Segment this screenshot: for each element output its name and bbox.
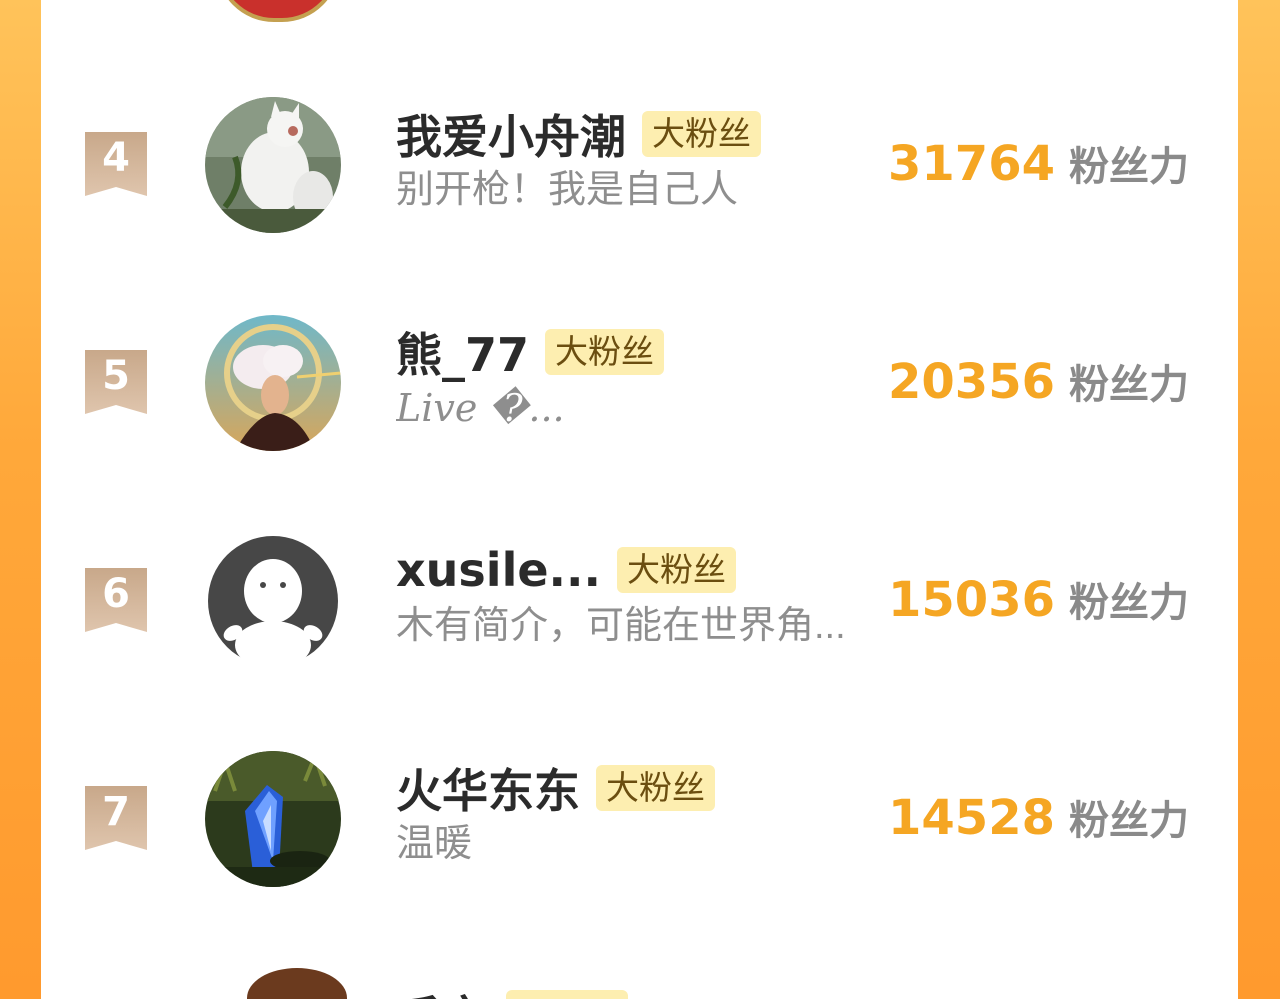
avatar-partial-bottom[interactable]	[247, 968, 347, 999]
fan-power-score: 31764	[888, 136, 1055, 192]
fan-power-score: 15036	[888, 572, 1055, 628]
ranking-row[interactable]: 6 xusile... 大粉丝 木有简介，可能在世界角... 15036 粉丝力	[41, 530, 1238, 670]
default-user-avatar-icon	[208, 536, 338, 669]
user-bio: 木有简介，可能在世界角...	[396, 605, 846, 647]
avatar-partial-top[interactable]	[216, 0, 340, 22]
fan-badge: 大粉丝	[545, 329, 665, 375]
rank-ribbon: 5	[85, 350, 147, 414]
ranking-row[interactable]: 4 我爱小舟潮 大粉丝 别开枪！我是自己人 31764 粉丝力	[41, 94, 1238, 234]
user-name-partial[interactable]: 千亩	[396, 982, 488, 999]
name-line: xusile... 大粉丝	[396, 542, 736, 598]
name-line: 熊_77 大粉丝	[396, 324, 665, 382]
score-line: 31764 粉丝力	[888, 134, 1189, 192]
fan-badge: 大粉丝	[596, 765, 715, 811]
avatar[interactable]	[205, 533, 341, 669]
fan-power-label: 粉丝力	[1069, 363, 1189, 407]
fan-power-score: 20356	[888, 354, 1055, 410]
name-line: 我爱小舟潮 大粉丝	[396, 106, 761, 164]
ranking-row[interactable]: 7 火华东东 大粉丝 温暖 14528 粉丝力	[41, 748, 1238, 888]
avatar[interactable]	[205, 97, 341, 233]
blue-crystal-photo-icon	[205, 751, 341, 887]
user-name[interactable]: 熊_77	[396, 319, 529, 385]
user-name[interactable]: 我爱小舟潮	[396, 101, 626, 167]
rank-ribbon: 6	[85, 568, 147, 632]
user-bio: 温暖	[396, 823, 473, 865]
rank-ribbon: 4	[85, 132, 147, 196]
user-bio: Live �...	[396, 386, 565, 430]
score-line: 20356 粉丝力	[888, 352, 1189, 410]
fan-power-label: 粉丝力	[1069, 581, 1189, 625]
user-bio: 别开枪！我是自己人	[396, 169, 739, 211]
white-cats-photo-icon	[205, 97, 341, 233]
user-name[interactable]: xusile...	[396, 543, 601, 597]
score-line: 14528 粉丝力	[888, 788, 1189, 846]
fan-power-label: 粉丝力	[1069, 799, 1189, 843]
fan-power-score: 14528	[888, 790, 1055, 846]
ranking-row[interactable]: 5 熊_77 大粉丝 Live �... 20356 粉丝力	[41, 312, 1238, 452]
fan-power-label: 粉丝力	[1069, 145, 1189, 189]
score-line: 15036 粉丝力	[888, 570, 1189, 628]
smoke-portrait-photo-icon	[205, 315, 341, 451]
fan-badge: 大粉丝	[616, 547, 736, 593]
avatar[interactable]	[205, 751, 341, 887]
avatar[interactable]	[205, 315, 341, 451]
fan-badge: 大粉丝	[642, 111, 761, 157]
name-line: 火华东东 大粉丝	[396, 760, 715, 818]
user-name[interactable]: 火华东东	[396, 755, 580, 821]
fan-ranking-list: 4 我爱小舟潮 大粉丝 别开枪！我是自己人 31764 粉丝力 5 熊_77 大…	[41, 0, 1238, 999]
rank-ribbon: 7	[85, 786, 147, 850]
fan-badge-partial	[506, 990, 628, 999]
